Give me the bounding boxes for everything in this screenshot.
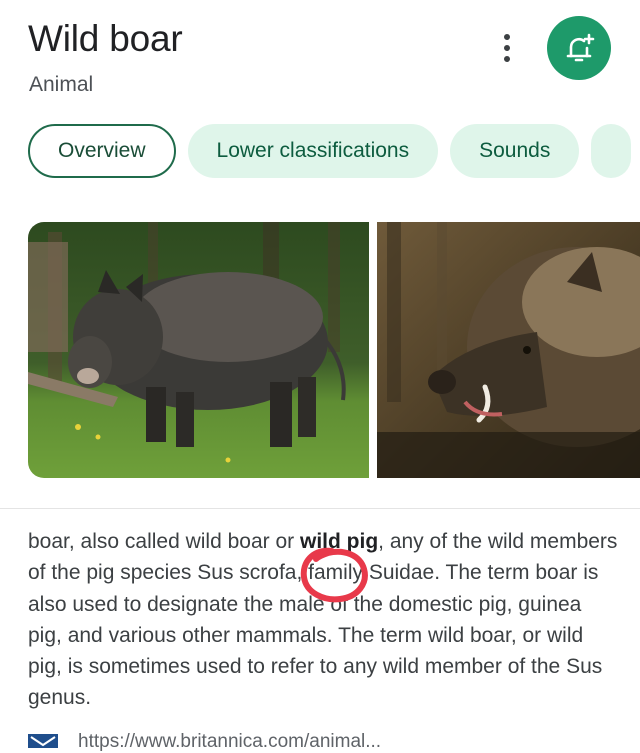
tab-lower-classifications[interactable]: Lower classifications bbox=[187, 124, 439, 178]
tab-sounds[interactable]: Sounds bbox=[450, 124, 580, 178]
image-strip bbox=[28, 222, 640, 478]
source-favicon bbox=[28, 734, 58, 748]
boar-photo-1[interactable] bbox=[28, 222, 369, 478]
follow-button[interactable] bbox=[547, 16, 611, 80]
tab-more[interactable] bbox=[591, 124, 632, 178]
more-vert-icon bbox=[504, 34, 510, 40]
more-options-button[interactable] bbox=[494, 30, 520, 66]
source-link[interactable]: https://www.britannica.com/animal... bbox=[78, 731, 381, 753]
boar-photo-2[interactable] bbox=[377, 222, 640, 478]
sus-word: Sus bbox=[197, 561, 234, 585]
section-divider bbox=[0, 508, 640, 509]
subtitle: Animal bbox=[29, 73, 94, 96]
tab-overview[interactable]: Overview bbox=[28, 124, 176, 178]
title: Wild boar bbox=[28, 18, 183, 59]
red-circle-annotation bbox=[300, 547, 368, 603]
tab-bar: Overview Lower classifications Sounds bbox=[28, 124, 640, 180]
bell-plus-icon bbox=[566, 33, 595, 62]
